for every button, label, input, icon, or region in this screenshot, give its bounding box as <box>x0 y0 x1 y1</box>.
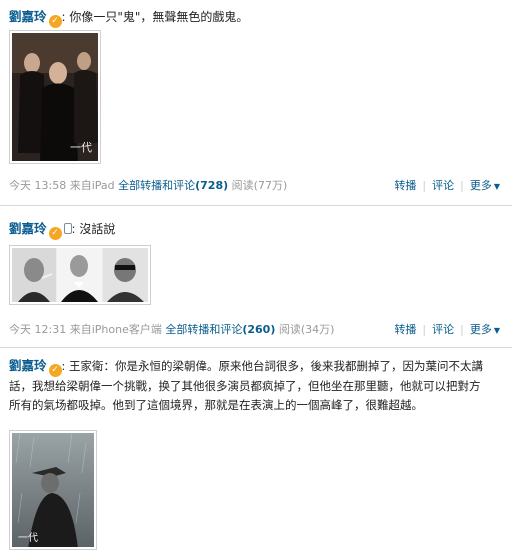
all-reposts-comments-link[interactable]: 全部转播和评论(260) <box>165 323 275 336</box>
svg-text:一代: 一代 <box>18 532 38 544</box>
chevron-down-icon: ▼ <box>493 326 500 335</box>
post-image[interactable]: 一代 <box>9 30 101 164</box>
post-text: 你像一只"鬼"，無聲無色的戲鬼。 <box>69 10 249 24</box>
comment-button[interactable]: 评论 <box>432 323 454 336</box>
post-text: 沒話說 <box>79 222 116 236</box>
post-text-line-1: 王家衛：你是永恒的梁朝偉。原来他台詞很多，後来我都删掉了，因为葉问不太講 <box>69 359 484 373</box>
divider <box>0 347 512 348</box>
phone-client-icon <box>63 223 72 234</box>
author-name[interactable]: 劉嘉玲 <box>9 9 47 24</box>
author-name[interactable]: 劉嘉玲 <box>9 358 47 373</box>
post-text-line-3: 所有的氣场都吸掉。他到了這個境界，那就是在表演上的一個高峰了，很難超越。 <box>9 398 423 412</box>
post-text-line-2: 話，我想给梁朝偉一个挑戰，换了其他很多演员都疯掉了，但他坐在那里聽，他就可以把對… <box>9 379 481 393</box>
repost-button[interactable]: 转播 <box>394 179 416 192</box>
post-image[interactable]: 一代 <box>9 430 97 550</box>
verified-badge-icon: ✓ <box>48 364 62 377</box>
chevron-down-icon: ▼ <box>493 182 500 191</box>
portrait-collage-image <box>12 248 148 302</box>
author-name[interactable]: 劉嘉玲 <box>9 221 47 236</box>
film-poster-image: 一代 <box>12 433 94 547</box>
verified-badge-icon: ✓ <box>48 227 62 240</box>
film-still-image: 一代 <box>12 33 98 161</box>
svg-text:一代: 一代 <box>70 141 92 154</box>
divider <box>0 205 512 206</box>
more-button[interactable]: 更多 ▼ <box>470 323 500 336</box>
post-image[interactable] <box>9 245 151 305</box>
more-button[interactable]: 更多 ▼ <box>470 179 500 192</box>
comment-button[interactable]: 评论 <box>432 179 454 192</box>
repost-button[interactable]: 转播 <box>394 323 416 336</box>
all-reposts-comments-link[interactable]: 全部转播和评论(728) <box>118 179 228 192</box>
verified-badge-icon: ✓ <box>48 15 62 28</box>
